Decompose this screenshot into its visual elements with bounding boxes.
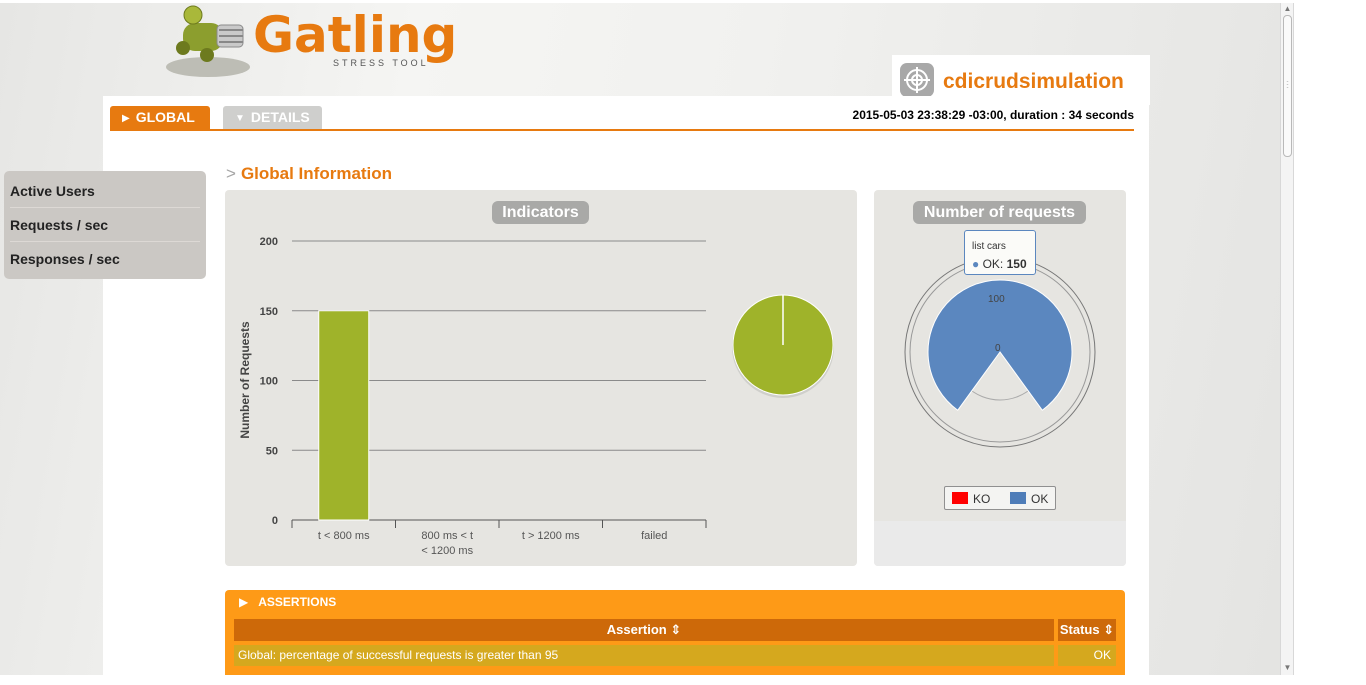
side-menu: Active Users Requests / sec Responses / … <box>4 171 206 279</box>
assertions-header-label: ASSERTIONS <box>258 595 337 609</box>
y-tick-label: 100 <box>260 376 278 388</box>
table-row-assertion: Global: percentage of successful request… <box>234 645 1054 666</box>
logo-subtitle: STRESS TOOL <box>333 58 429 68</box>
section-title-text: Global Information <box>240 164 393 183</box>
sort-icon: ⇕ <box>670 622 682 637</box>
tab-details-label: DETAILS <box>250 109 310 125</box>
x-tick-label: < 1200 ms <box>421 545 473 557</box>
y-tick-label: 150 <box>260 306 278 318</box>
section-prefix: > <box>226 164 236 183</box>
y-tick-label: 200 <box>260 236 278 248</box>
column-header-status[interactable]: Status ⇕ <box>1058 619 1116 641</box>
x-tick-label: failed <box>641 530 667 542</box>
bar <box>318 310 370 521</box>
polar-tick-label: 100 <box>988 294 1005 305</box>
tab-global[interactable]: ▶ GLOBAL <box>110 106 210 129</box>
y-tick-label: 50 <box>266 445 278 457</box>
caret-right-icon: ▶ <box>239 595 249 609</box>
legend-ko-swatch <box>952 492 968 504</box>
legend-ok-label[interactable]: OK <box>1031 492 1048 506</box>
indicators-chart: 0 50 100 150 200 t < 800 ms 800 ms < t < 1200 m… <box>238 236 834 557</box>
scroll-up-icon[interactable]: ▲ <box>1283 4 1292 13</box>
x-tick-label: t < 800 ms <box>318 530 370 542</box>
gatling-mascot-icon <box>166 5 250 77</box>
scroll-down-icon[interactable]: ▼ <box>1283 663 1292 672</box>
legend-ok-swatch <box>1010 492 1026 504</box>
tab-details[interactable]: ▼ DETAILS <box>223 106 322 129</box>
tooltip-value: 150 <box>1006 257 1027 271</box>
menu-item-requests-sec[interactable]: Requests / sec <box>10 205 200 239</box>
browser-viewport: Gatling STRESS TOOL cdicrudsimulation ▶ G… <box>0 3 1280 675</box>
caret-right-icon: ▶ <box>122 113 130 124</box>
x-tick-label: t > 1200 ms <box>522 530 580 542</box>
logo-wordmark: Gatling <box>253 6 458 64</box>
simulation-name: cdicrudsimulation <box>943 70 1124 93</box>
target-icon <box>900 63 934 97</box>
chart-tooltip: list cars ● OK: 150 <box>964 230 1036 275</box>
tabs-divider <box>110 129 1134 131</box>
tab-global-label: GLOBAL <box>135 109 195 125</box>
tooltip-line: ● OK: 150 <box>972 257 1027 271</box>
menu-item-active-users[interactable]: Active Users <box>10 171 200 205</box>
scrollbar-grip-icon: --- <box>1286 79 1289 91</box>
run-info: 2015-05-03 23:38:29 -03:00, duration : 3… <box>852 108 1134 122</box>
x-tick-label: 800 ms < t <box>421 530 473 542</box>
bullet-icon: ● <box>972 257 980 271</box>
indicators-panel: Indicators 0 50 100 150 200 t < 800 ms 800 ms … <box>225 190 857 566</box>
column-header-status-label: Status <box>1059 622 1100 637</box>
gatling-logo: Gatling STRESS TOOL <box>163 3 457 83</box>
polar-tick-label: 0 <box>995 343 1001 354</box>
column-header-assertion-label: Assertion <box>606 622 667 637</box>
y-tick-label: 0 <box>272 515 278 527</box>
table-row-status: OK <box>1058 645 1116 666</box>
tooltip-title: list cars <box>972 241 1006 252</box>
assertions-header[interactable]: ▶ ASSERTIONS <box>239 595 336 609</box>
section-title: > Global Information <box>226 164 392 184</box>
y-axis-label: Number of Requests <box>238 321 252 439</box>
assertions-section: ▶ ASSERTIONS Assertion ⇕ Status ⇕ Global:… <box>225 590 1125 675</box>
menu-item-responses-sec[interactable]: Responses / sec <box>10 239 200 273</box>
vertical-scrollbar[interactable]: ▲ --- ▼ <box>1280 3 1294 675</box>
legend-ko-label[interactable]: KO <box>973 492 990 506</box>
tooltip-label: OK: <box>982 257 1004 271</box>
sort-icon: ⇕ <box>1103 622 1115 637</box>
column-header-assertion[interactable]: Assertion ⇕ <box>234 619 1054 641</box>
requests-legend: KO OK <box>944 486 1056 510</box>
caret-down-icon: ▼ <box>235 113 245 124</box>
